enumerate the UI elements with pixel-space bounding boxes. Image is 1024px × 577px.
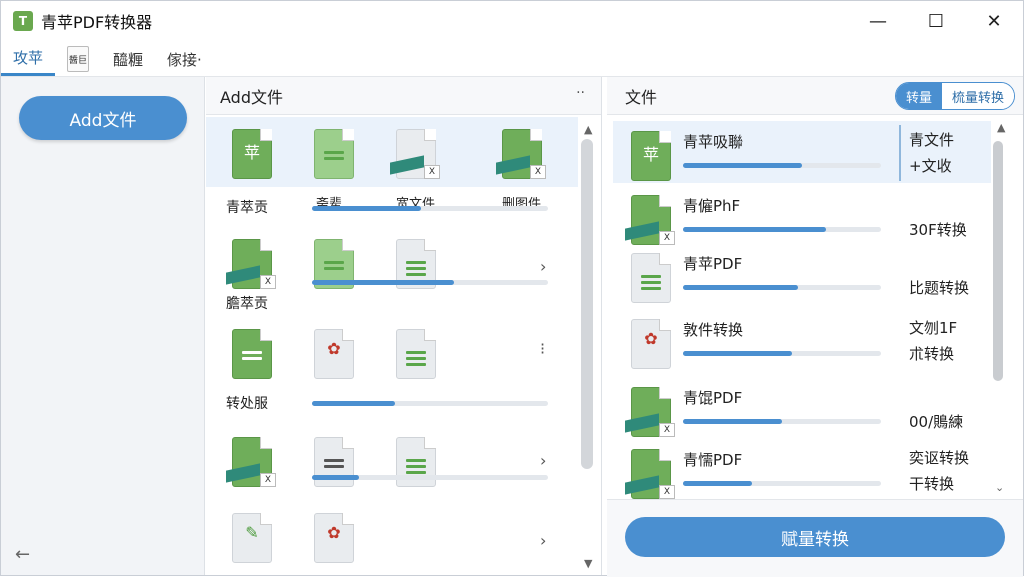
image-file-icon[interactable]: ✿ <box>314 513 354 565</box>
tab-document-icon: 醬巨 <box>67 46 90 72</box>
job-name: 青苹PDF <box>683 255 743 273</box>
chevron-right-icon[interactable]: › <box>540 531 546 550</box>
job-divider <box>899 125 901 181</box>
excel-file-icon[interactable]: X <box>390 129 440 181</box>
job-status: 青文件 +文收 <box>909 131 955 175</box>
job-status: 文刎1F 朮转换 <box>909 319 958 363</box>
job-progress-bar <box>683 351 881 356</box>
document-file-icon[interactable] <box>314 437 354 489</box>
close-button[interactable]: ✕ <box>965 1 1023 41</box>
scroll-up-icon[interactable]: ▲ <box>584 123 592 136</box>
job-row[interactable]: 青苹PDF 比题转换 <box>613 243 991 305</box>
file-grid-title: Add文件 <box>220 87 283 107</box>
add-file-button[interactable]: Add文件 <box>19 96 187 140</box>
minimize-button[interactable]: — <box>849 1 907 41</box>
job-name: 青懦PDF <box>683 451 743 469</box>
excel-file-icon[interactable]: X <box>226 239 276 291</box>
job-name: 敦件转换 <box>683 321 744 339</box>
job-progress-bar <box>683 481 881 486</box>
job-name: 青苹吸聯 <box>683 133 744 151</box>
job-name: 青僱PhF <box>683 197 741 215</box>
file-progress-bar <box>312 206 548 211</box>
file-progress-bar <box>312 401 548 406</box>
file-label: 膽萃贡 <box>226 296 268 312</box>
file-label: 转处服 <box>226 396 268 412</box>
file-grid-header: Add文件 ·· <box>206 77 601 115</box>
document-file-icon[interactable] <box>396 329 436 381</box>
job-progress-bar <box>683 227 881 232</box>
job-row[interactable]: X 青懦PDF 奕讴转换 干转换 <box>613 439 991 501</box>
job-status: 比题转换 <box>909 279 970 297</box>
more-vertical-icon[interactable]: ⁝ <box>540 339 545 358</box>
spreadsheet-file-icon: 苹 <box>631 131 671 183</box>
job-progress-bar <box>683 163 881 168</box>
app-logo-icon: T <box>13 11 33 31</box>
scrollbar-thumb[interactable] <box>993 141 1003 381</box>
file-progress-bar <box>312 475 548 480</box>
scroll-down-icon[interactable]: ⌄ <box>995 481 1004 494</box>
tab-tools[interactable]: 醯糎 <box>101 42 155 76</box>
chevron-right-icon[interactable]: › <box>540 451 546 470</box>
job-progress-bar <box>683 419 881 424</box>
excel-file-icon[interactable]: X <box>226 437 276 489</box>
job-row[interactable]: ✿ 敦件转换 文刎1F 朮转换 <box>613 309 991 371</box>
batch-mode-button[interactable]: 梳量转换 <box>941 83 1014 109</box>
file-grid-panel: Add文件 ·· 苹 X X 青萃贡 斋辈 宽文件 删图件 X 膽萃贡 › ✿ … <box>206 77 602 575</box>
batch-convert-button[interactable]: 赋量转换 <box>625 517 1005 557</box>
image-file-icon: ✿ <box>631 319 671 371</box>
window-title: 青苹PDF转换器 <box>41 13 153 32</box>
scroll-down-icon[interactable]: ▼ <box>584 557 592 570</box>
document-file-icon[interactable] <box>232 329 272 381</box>
app-window: T 青苹PDF转换器 — ☐ ✕ 攻苹 醬巨 醯糎 傢接· Add文件 ← Ad… <box>0 0 1024 577</box>
job-row[interactable]: X 青僱PhF 30F转换 <box>613 185 991 247</box>
document-file-icon <box>631 253 671 305</box>
job-status: 30F转换 <box>909 221 967 239</box>
tab-document[interactable]: 醬巨 <box>55 42 101 76</box>
image-file-icon[interactable]: ✿ <box>314 329 354 381</box>
excel-file-icon: X <box>625 387 675 439</box>
spreadsheet-file-icon[interactable]: 苹 <box>232 129 272 181</box>
title-bar: T 青苹PDF转换器 — ☐ ✕ <box>1 1 1023 41</box>
excel-file-icon[interactable]: X <box>496 129 546 181</box>
job-row[interactable]: 苹 青苹吸聯 青文件 +文收 <box>613 121 991 183</box>
maximize-button[interactable]: ☐ <box>907 1 965 41</box>
excel-file-icon: X <box>625 449 675 501</box>
more-options-icon[interactable]: ·· <box>576 85 585 101</box>
file-progress-bar <box>312 280 548 285</box>
single-mode-button[interactable]: 转量 <box>895 83 942 109</box>
tab-home[interactable]: 攻苹 <box>1 42 56 76</box>
job-status: 奕讴转换 干转换 <box>909 449 970 493</box>
conversion-header: 文件 转量 梳量转换 <box>607 77 1023 115</box>
chevron-right-icon[interactable]: › <box>540 257 546 276</box>
scroll-up-icon[interactable]: ▲ <box>997 121 1005 134</box>
excel-file-icon: X <box>625 195 675 247</box>
tab-bar: 攻苹 醬巨 醯糎 傢接· <box>1 41 1023 77</box>
mode-toggle: 转量 梳量转换 <box>894 82 1015 110</box>
spreadsheet-file-icon[interactable] <box>314 129 354 181</box>
image-file-icon[interactable]: ✎ <box>232 513 272 565</box>
back-arrow-icon[interactable]: ← <box>15 544 30 565</box>
job-status: 00/鵙練 <box>909 413 964 431</box>
job-row[interactable]: X 青馄PDF 00/鵙練 <box>613 377 991 439</box>
file-label: 青萃贡 <box>226 200 268 216</box>
sidebar: Add文件 ← <box>1 77 205 575</box>
tab-image[interactable]: 傢接· <box>155 42 214 76</box>
conversion-title: 文件 <box>625 87 658 107</box>
scrollbar-thumb[interactable] <box>581 139 593 469</box>
job-progress-bar <box>683 285 881 290</box>
document-file-icon[interactable] <box>396 437 436 489</box>
job-name: 青馄PDF <box>683 389 743 407</box>
